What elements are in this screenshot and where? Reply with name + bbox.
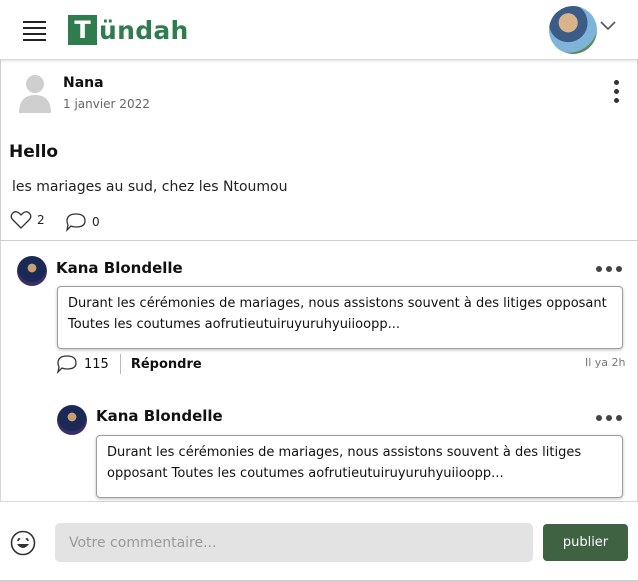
logo-letter: T	[68, 15, 97, 45]
post-card: Nana 1 janvier 2022 Hello les mariages a…	[0, 60, 638, 241]
like-button[interactable]: 2	[10, 210, 45, 230]
like-count: 2	[37, 213, 45, 227]
post-title: Hello	[9, 142, 59, 162]
emoji-icon[interactable]	[10, 530, 36, 556]
comment-author: Kana Blondelle	[56, 259, 183, 277]
comment-text: Durant les cérémonies de mariages, nous …	[57, 286, 623, 349]
comment-count: 0	[92, 215, 100, 229]
comment-icon[interactable]	[56, 354, 78, 374]
reply-button[interactable]: Répondre	[131, 357, 202, 372]
post-author: Nana	[63, 75, 104, 91]
post-date: 1 janvier 2022	[63, 97, 150, 111]
top-bar: T ündah	[0, 0, 638, 60]
comment-composer: publier	[0, 502, 638, 582]
comment-icon	[65, 213, 86, 232]
user-avatar[interactable]	[549, 6, 597, 54]
chevron-down-icon[interactable]	[600, 20, 616, 32]
logo[interactable]: T ündah	[68, 15, 189, 45]
kebab-icon[interactable]	[596, 415, 622, 423]
comment-input[interactable]	[55, 523, 533, 562]
comment-button[interactable]: 0	[65, 212, 100, 232]
comment-text: Durant les cérémonies de mariages, nous …	[96, 435, 623, 498]
comment-time: Il ya 2h	[585, 356, 626, 369]
kebab-icon[interactable]	[611, 80, 621, 104]
comment-author: Kana Blondelle	[96, 407, 223, 425]
heart-icon	[10, 211, 32, 229]
post-body: les mariages au sud, chez les Ntoumou	[12, 179, 288, 195]
menu-icon[interactable]	[23, 21, 46, 41]
reply-count: 115	[84, 356, 109, 372]
publish-button[interactable]: publier	[543, 524, 628, 561]
comments-section: Kana Blondelle Durant les cérémonies de …	[0, 241, 638, 502]
divider	[119, 354, 121, 374]
kebab-icon[interactable]	[596, 266, 622, 274]
avatar[interactable]	[57, 405, 87, 435]
user-icon	[19, 75, 51, 113]
logo-text: ündah	[99, 15, 189, 45]
comment-actions: 115 Répondre	[56, 354, 202, 374]
avatar[interactable]	[17, 256, 47, 286]
